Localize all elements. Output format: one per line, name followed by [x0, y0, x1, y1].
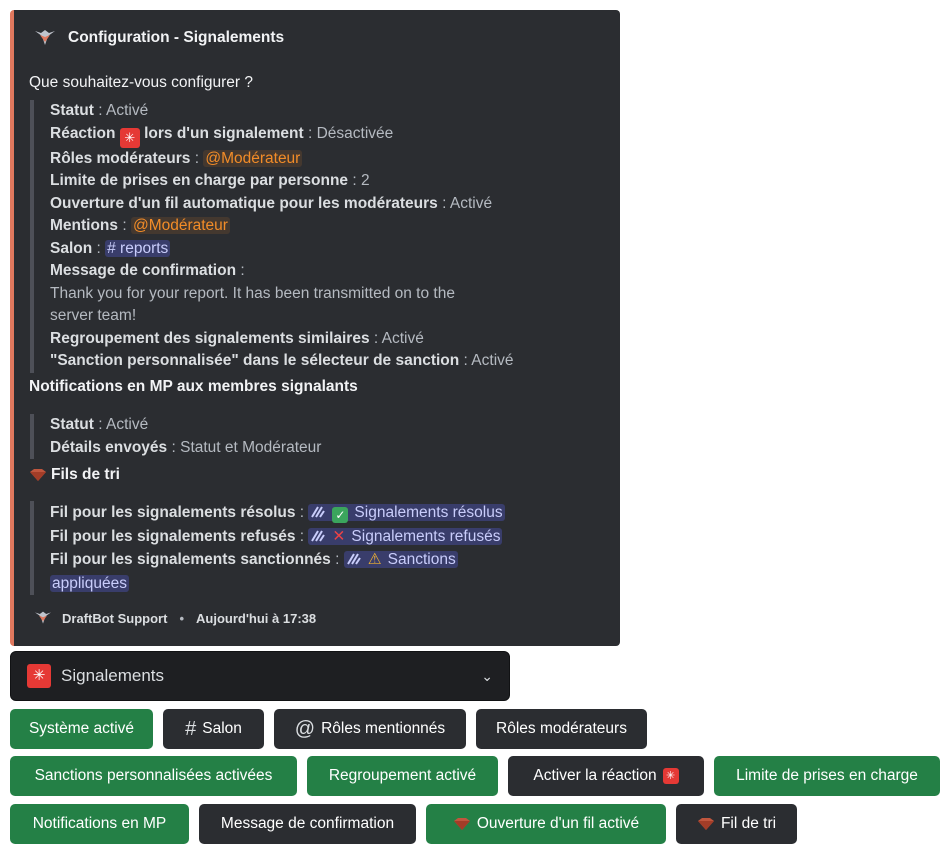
hash-icon: # — [185, 717, 197, 740]
roles-moderateurs-button[interactable]: Rôles modérateurs — [476, 709, 647, 749]
config-line-limite: Limite de prises en charge par personne … — [50, 172, 370, 189]
cross-mark-icon: ✕ — [332, 527, 346, 545]
rotating-light-icon: ✳ — [662, 768, 679, 784]
embed-footer: DraftBot Support • Aujourd'hui à 17:38 — [34, 610, 316, 626]
message-confirmation-button[interactable]: Message de confirmation — [199, 804, 416, 844]
config-message-text-2: server team! — [50, 307, 137, 324]
notif-line-statut: Statut : Activé — [50, 416, 149, 433]
at-icon: @ — [294, 717, 316, 740]
draftbot-logo-icon — [35, 611, 51, 624]
thread-mention-sanctionnes[interactable]: ⚠ Sanctions — [343, 551, 458, 568]
channel-mention[interactable]: # reports — [105, 239, 171, 257]
tri-line-sanctionnes: Fil pour les signalements sanctionnés : … — [50, 551, 458, 568]
fil-de-tri-button[interactable]: Fil de tri — [676, 804, 797, 844]
warning-icon: ⚠ — [367, 551, 382, 568]
rotating-light-icon: ✳ — [119, 127, 140, 148]
role-mention[interactable]: @Modérateur — [203, 149, 303, 167]
config-line-mentions: Mentions : @Modérateur — [50, 217, 230, 234]
thread-icon — [311, 506, 326, 518]
config-line-reaction: Réaction ✳ lors d'un signalement : Désac… — [50, 123, 560, 148]
roles-mentionnes-button[interactable]: @ Rôles mentionnés — [274, 709, 466, 749]
notif-section-title: Notifications en MP aux membres signalan… — [29, 378, 358, 395]
footer-time: Aujourd'hui à 17:38 — [196, 610, 317, 626]
red-gem-icon — [697, 818, 714, 830]
embed-author: Configuration - Signalements — [34, 28, 284, 48]
config-message-text-1: Thank you for your report. It has been t… — [50, 284, 455, 302]
red-gem-icon — [453, 818, 470, 830]
rotating-light-icon: ✳ — [27, 664, 51, 688]
check-mark-icon: ✓ — [332, 507, 349, 523]
thread-mention-refuses[interactable]: ✕ Signalements refusés — [308, 527, 503, 545]
red-gem-icon — [30, 469, 46, 481]
role-mention[interactable]: @Modérateur — [130, 217, 230, 234]
notif-line-details: Détails envoyés : Statut et Modérateur — [50, 438, 322, 456]
thread-icon — [311, 529, 326, 542]
config-line-roles: Rôles modérateurs : @Modérateur — [50, 149, 303, 167]
tri-line-resolus: Fil pour les signalements résolus : ✓ Sig… — [50, 504, 505, 523]
limite-prises-button[interactable]: Limite de prises en charge — [714, 756, 940, 796]
config-line-ouverture: Ouverture d'un fil automatique pour les … — [50, 194, 493, 212]
notif-quote: Statut : Activé Détails envoyés : Statut… — [30, 414, 321, 459]
select-label: Signalements — [61, 666, 165, 685]
tri-section-title: Fils de tri — [29, 466, 120, 484]
draftbot-logo-icon — [35, 30, 55, 45]
tri-quote: Fil pour les signalements résolus : ✓ Sig… — [30, 501, 505, 595]
config-line-message: Message de confirmation : — [50, 262, 245, 279]
config-line-regroupement: Regroupement des signalements similaires… — [50, 329, 424, 347]
sanctions-personnalisees-button[interactable]: Sanctions personnalisées activées — [10, 756, 297, 796]
config-quote: Statut : Activé Réaction ✳ lors d'un sig… — [30, 100, 560, 373]
thread-mention-sanctionnes-cont[interactable]: appliquées — [50, 574, 129, 592]
chevron-down-icon: ⌄ — [481, 667, 493, 684]
activer-reaction-button[interactable]: Activer la réaction ✳ — [508, 756, 704, 796]
embed-prompt: Que souhaitez-vous configurer ? — [29, 74, 254, 91]
thread-mention-resolus[interactable]: ✓ Signalements résolus — [308, 504, 505, 523]
regroupement-button[interactable]: Regroupement activé — [307, 756, 498, 796]
config-line-salon: Salon : # reports — [50, 239, 171, 257]
embed-title: Configuration - Signalements — [68, 29, 285, 46]
footer-separator: • — [179, 610, 184, 626]
tri-line-sanctionnes-cont: appliquées — [50, 572, 505, 596]
salon-button[interactable]: # Salon — [163, 709, 264, 749]
ouverture-fil-button[interactable]: Ouverture d'un fil activé — [426, 804, 666, 844]
embed-card: Configuration - Signalements Que souhait… — [10, 10, 620, 646]
config-line-statut: Statut : Activé — [50, 102, 149, 119]
systeme-active-button[interactable]: Système activé — [10, 709, 153, 749]
footer-name: DraftBot Support — [62, 610, 168, 626]
thread-icon — [346, 553, 361, 565]
notifications-mp-button[interactable]: Notifications en MP — [10, 804, 189, 844]
tri-line-refuses: Fil pour les signalements refusés : ✕ Sig… — [50, 527, 503, 545]
config-line-sanction: "Sanction personnalisée" dans le sélecte… — [50, 352, 514, 369]
category-select[interactable]: ✳ Signalements ⌄ — [10, 651, 510, 701]
